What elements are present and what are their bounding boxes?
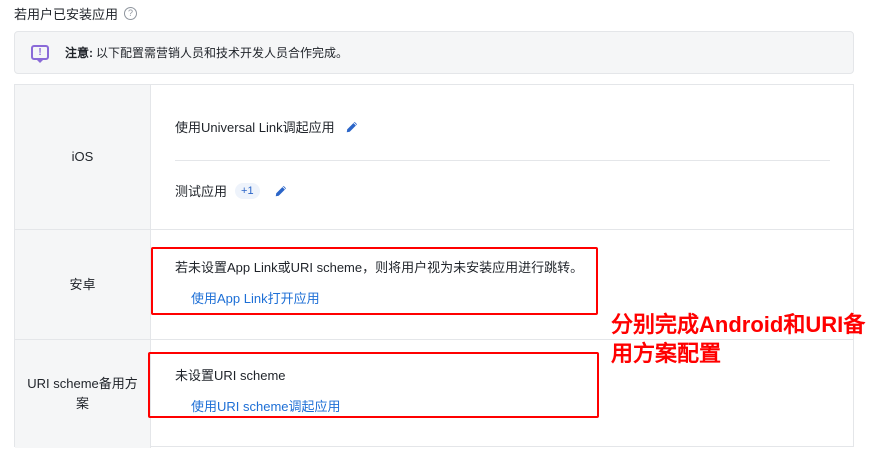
universal-link-text: 使用Universal Link调起应用 — [175, 120, 335, 135]
row-label-uri-scheme: URI scheme备用方案 — [15, 340, 151, 448]
row-label-ios: iOS — [15, 85, 151, 229]
highlight-box-uri — [148, 352, 599, 418]
edit-test-app-icon[interactable] — [274, 184, 288, 198]
test-app-text: 测试应用 — [175, 184, 228, 199]
help-icon[interactable]: ? — [124, 7, 138, 20]
annotation-text: 分别完成Android和URI备用方案配置 — [611, 312, 866, 366]
row-content-ios: 使用Universal Link调起应用 测试应用 +1 — [151, 85, 853, 229]
row-label-android: 安卓 — [15, 230, 151, 339]
notice-banner: ! 注意: 以下配置需营销人员和技术开发人员合作完成。 — [14, 31, 854, 74]
ios-divider — [175, 160, 830, 161]
section-title: 若用户已安装应用 ? — [14, 4, 138, 23]
notice-label: 注意: — [65, 46, 93, 60]
universal-link-line: 使用Universal Link调起应用 — [175, 117, 359, 136]
test-app-count-badge: +1 — [235, 182, 260, 199]
message-alert-icon: ! — [31, 45, 49, 63]
row-ios: iOS 使用Universal Link调起应用 测试应用 +1 — [15, 85, 853, 230]
edit-universal-link-icon[interactable] — [345, 120, 359, 134]
notice-text: 以下配置需营销人员和技术开发人员合作完成。 — [96, 46, 349, 60]
section-title-text: 若用户已安装应用 — [14, 7, 119, 22]
highlight-box-android — [151, 247, 598, 315]
test-app-line: 测试应用 +1 — [175, 181, 288, 200]
